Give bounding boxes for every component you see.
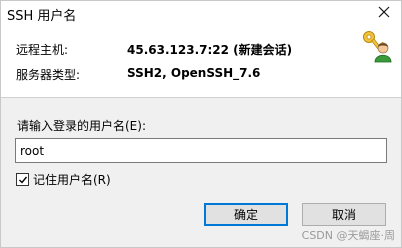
server-type-label: 服务器类型: [16, 68, 81, 82]
keys-user-icon [363, 31, 392, 63]
login-form: 请输入登录的用户名(E): 记住用户名(R) 确定 取消 [1, 98, 401, 247]
close-icon [378, 6, 390, 18]
host-value: 45.63.123.7:22 (新建会话) [127, 43, 293, 57]
server-type-value: SSH2, OpenSSH_7.6 [127, 66, 261, 80]
window-title: SSH 用户名 [7, 9, 77, 24]
remember-username-checkbox[interactable] [16, 173, 29, 186]
csdn-watermark: CSDN @天蝎座·周 [301, 229, 395, 242]
ok-button[interactable]: 确定 [204, 203, 288, 226]
host-label: 远程主机: [16, 43, 69, 57]
username-prompt-label: 请输入登录的用户名(E): [17, 119, 146, 133]
remember-username-option[interactable]: 记住用户名(R) [16, 171, 111, 188]
username-input[interactable] [15, 138, 387, 163]
session-info-panel: 远程主机: 45.63.123.7:22 (新建会话) 服务器类型: SSH2,… [1, 25, 401, 97]
remember-username-label: 记住用户名(R) [33, 173, 111, 187]
close-button[interactable] [375, 3, 393, 21]
cancel-button[interactable]: 取消 [302, 203, 386, 226]
title-bar: SSH 用户名 [1, 1, 401, 25]
ssh-username-dialog: SSH 用户名 远程主机: 45.63.123.7:22 (新建会话) 服务器类… [0, 0, 402, 248]
check-icon [18, 176, 27, 184]
